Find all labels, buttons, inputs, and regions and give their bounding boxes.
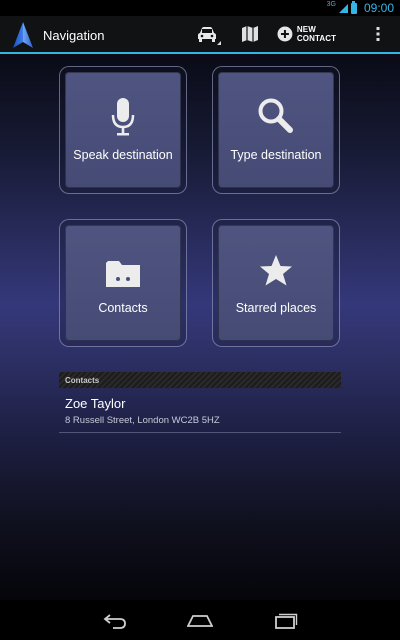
- tile-label: Starred places: [235, 301, 317, 315]
- folder-icon: [106, 261, 140, 287]
- recents-button[interactable]: [266, 608, 306, 634]
- app-title: Navigation: [43, 28, 105, 43]
- car-icon: [198, 27, 216, 42]
- new-contact-label: NEW CONTACT: [296, 25, 337, 43]
- action-bar: Navigation NEW CONTACT: [0, 16, 400, 54]
- home-icon: [187, 615, 213, 627]
- search-icon: [258, 98, 293, 133]
- tile-label: Speak destination: [73, 148, 173, 162]
- contact-list-item[interactable]: Zoe Taylor 8 Russell Street, London WC2B…: [59, 394, 341, 432]
- contact-name: Zoe Taylor: [65, 396, 126, 411]
- dropdown-indicator: [217, 41, 221, 45]
- tile-face: Speak destination: [65, 72, 181, 188]
- starred-places-tile[interactable]: Starred places: [212, 219, 340, 347]
- map-button[interactable]: [238, 16, 262, 52]
- status-time: 09:00: [363, 1, 394, 15]
- contact-address: 8 Russell Street, London WC2B 5HZ: [65, 415, 220, 426]
- speak-destination-tile[interactable]: Speak destination: [59, 66, 187, 194]
- back-icon: [103, 614, 126, 629]
- contacts-tile[interactable]: Contacts: [59, 219, 187, 347]
- new-contact-button[interactable]: NEW CONTACT: [277, 16, 357, 52]
- microphone-icon: [111, 98, 135, 136]
- travel-mode-button[interactable]: [193, 16, 221, 52]
- contacts-section-header: Contacts: [59, 372, 341, 388]
- list-divider: [59, 432, 341, 433]
- tile-face: Type destination: [218, 72, 334, 188]
- map-icon: [242, 26, 258, 42]
- status-bar: 3G 09:00: [0, 0, 400, 16]
- type-destination-tile[interactable]: Type destination: [212, 66, 340, 194]
- home-button[interactable]: [180, 608, 220, 634]
- overflow-menu-icon: [376, 27, 380, 41]
- tile-label: Contacts: [98, 301, 148, 315]
- back-button[interactable]: [95, 608, 135, 634]
- recents-icon: [275, 613, 298, 629]
- battery-icon: [350, 0, 357, 14]
- tile-face: Contacts: [65, 225, 181, 341]
- tile-label: Type destination: [230, 148, 322, 162]
- tile-face: Starred places: [218, 225, 334, 341]
- system-nav-bar: [0, 600, 400, 640]
- navigation-screen: 3G 09:00 Navigation NEW CONTACT Speak de…: [0, 0, 400, 640]
- navigation-arrow-icon[interactable]: [12, 21, 34, 49]
- signal-icon: [338, 3, 348, 13]
- contacts-header-label: Contacts: [65, 375, 100, 385]
- add-icon: [277, 26, 293, 42]
- network-type: 3G: [326, 1, 336, 8]
- star-icon: [260, 255, 292, 286]
- overflow-menu-button[interactable]: [370, 16, 386, 52]
